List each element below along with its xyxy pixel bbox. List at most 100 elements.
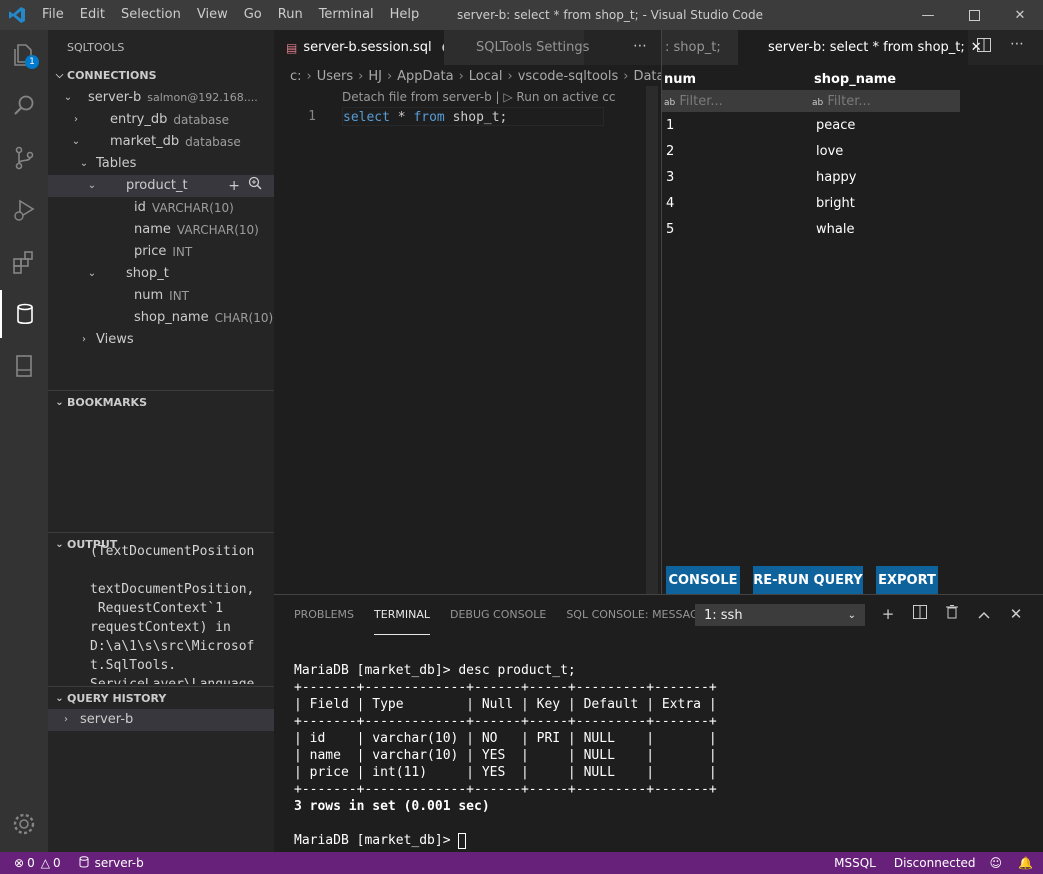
new-terminal-icon[interactable]: + — [872, 605, 904, 623]
tree-market-db[interactable]: ⌄ market_db database — [48, 131, 274, 153]
table-row[interactable]: 5 whale — [662, 216, 960, 242]
editor-scrollbar[interactable] — [646, 86, 658, 594]
table-row[interactable]: 4 bright — [662, 190, 960, 216]
language-mode[interactable]: MSSQL — [834, 856, 876, 870]
tab-prev-result[interactable]: : shop_t; — [662, 30, 738, 65]
breadcrumb-item[interactable]: Users — [317, 69, 353, 84]
tab-current-result[interactable]: server-b: select * from shop_t; ✕ — [738, 30, 982, 65]
tree-tables[interactable]: ⌄ Tables — [48, 153, 274, 175]
close-icon[interactable]: ✕ — [997, 0, 1043, 30]
extensions-icon[interactable] — [0, 238, 48, 286]
breadcrumb-item[interactable]: Local — [469, 69, 503, 84]
cell-num[interactable]: 1 — [662, 112, 812, 138]
bookmarks-section-header[interactable]: ⌄ BOOKMARKS — [48, 390, 274, 414]
add-icon[interactable]: + — [228, 175, 240, 197]
tree-shop-t[interactable]: ⌄ shop_t — [48, 263, 274, 285]
trash-icon[interactable] — [936, 605, 968, 623]
filter-shop-name[interactable]: ab Filter... — [812, 90, 960, 112]
table-row[interactable]: 2 love — [662, 138, 960, 164]
tree-column-num[interactable]: num INT — [48, 285, 274, 307]
cell-num[interactable]: 3 — [662, 164, 812, 190]
zoom-in-icon[interactable] — [248, 175, 262, 197]
chevron-down-icon: ⌄ — [55, 396, 64, 408]
tree-column-name[interactable]: name VARCHAR(10) — [48, 219, 274, 241]
source-control-icon[interactable] — [0, 134, 48, 182]
cell-shop-name[interactable]: peace — [812, 112, 960, 138]
menu-selection[interactable]: Selection — [113, 0, 189, 30]
table-row[interactable]: 1 peace — [662, 112, 960, 138]
maximize-panel-icon[interactable] — [968, 605, 1000, 623]
table-row[interactable]: 3 happy — [662, 164, 960, 190]
market-db-label: market_db — [110, 134, 180, 149]
terminal-line: | price | int(11) | YES | | NULL | | — [294, 765, 717, 780]
connections-section-header[interactable]: ⌵ CONNECTIONS — [48, 65, 274, 87]
connection-state[interactable]: Disconnected — [894, 856, 976, 870]
split-terminal-icon[interactable] — [904, 605, 936, 623]
sqltools-database-icon[interactable] — [0, 290, 48, 338]
close-panel-icon[interactable]: ✕ — [1000, 605, 1032, 623]
menu-edit[interactable]: Edit — [72, 0, 113, 30]
column-header-num[interactable]: num — [662, 68, 812, 90]
cell-shop-name[interactable]: bright — [812, 190, 960, 216]
cell-num[interactable]: 2 — [662, 138, 812, 164]
codelens[interactable]: Detach file from server-b | ▷ Run on act… — [274, 87, 661, 107]
bottom-panel: PROBLEMS TERMINAL DEBUG CONSOLE SQL CONS… — [274, 594, 1043, 852]
book-icon[interactable] — [0, 342, 48, 390]
tab-session-sql[interactable]: ▤ server-b.session.sql ● — [274, 30, 453, 65]
bell-icon[interactable]: 🔔 — [1018, 856, 1033, 870]
tree-product-t[interactable]: ⌄ product_t + — [48, 175, 274, 197]
cell-num[interactable]: 5 — [662, 216, 812, 242]
tab-problems[interactable]: PROBLEMS — [294, 595, 354, 635]
menu-go[interactable]: Go — [236, 0, 270, 30]
maximize-icon[interactable] — [951, 0, 997, 30]
tab-sqltools-settings[interactable]: SQLTools Settings — [444, 30, 589, 65]
explorer-icon[interactable]: 1 — [0, 30, 48, 78]
tree-column-price[interactable]: price INT — [48, 241, 274, 263]
cell-shop-name[interactable]: whale — [812, 216, 960, 242]
tab-debug-console[interactable]: DEBUG CONSOLE — [450, 595, 546, 635]
run-debug-icon[interactable] — [0, 186, 48, 234]
tree-entry-db[interactable]: › entry_db database — [48, 109, 274, 131]
query-history-section-header[interactable]: ⌄ QUERY HISTORY — [48, 686, 274, 710]
menu-file[interactable]: File — [34, 0, 72, 30]
settings-gear-icon[interactable] — [0, 800, 48, 848]
menu-view[interactable]: View — [189, 0, 236, 30]
breadcrumb-item[interactable]: vscode-sqltools — [518, 69, 619, 84]
tree-column-shop-name[interactable]: shop_name CHAR(10) — [48, 307, 274, 329]
tree-views[interactable]: › Views — [48, 329, 274, 351]
tab-terminal[interactable]: TERMINAL — [374, 595, 430, 635]
split-editor-icon[interactable] — [977, 38, 991, 56]
breadcrumb-item[interactable]: AppData — [397, 69, 453, 84]
console-button[interactable]: CONSOLE — [666, 566, 740, 594]
feedback-icon[interactable]: ☺ — [990, 856, 1003, 870]
menu-run[interactable]: Run — [270, 0, 311, 30]
breadcrumb-item[interactable]: HJ — [368, 69, 382, 84]
tree-column-id[interactable]: id VARCHAR(10) — [48, 197, 274, 219]
rerun-query-button[interactable]: RE-RUN QUERY — [753, 566, 863, 594]
terminal-line: | id | varchar(10) | NO | PRI | NULL | | — [294, 731, 717, 746]
history-item-server-b[interactable]: › server-b — [48, 709, 274, 731]
minimize-icon[interactable]: — — [905, 0, 951, 30]
column-header-shop-name[interactable]: shop_name — [812, 68, 960, 90]
breadcrumb-item[interactable]: c: — [290, 69, 302, 84]
code-line[interactable]: 1 select * from shop_t; — [274, 107, 661, 126]
filter-num[interactable]: ab Filter... — [662, 90, 812, 112]
panel-actions: + ✕ — [872, 605, 1032, 623]
breadcrumb-item[interactable]: Data — [633, 69, 661, 84]
cell-num[interactable]: 4 — [662, 190, 812, 216]
connections-label: CONNECTIONS — [67, 69, 157, 82]
problems-status[interactable]: ⊗ 0 △ 0 — [14, 856, 61, 870]
tab-sql-console-messages[interactable]: SQL CONSOLE: MESSAGES — [566, 595, 712, 635]
terminal-output[interactable]: MariaDB [market_db]> desc product_t; +---… — [274, 635, 1043, 849]
connection-status[interactable]: server-b — [79, 855, 144, 871]
cell-shop-name[interactable]: happy — [812, 164, 960, 190]
cell-shop-name[interactable]: love — [812, 138, 960, 164]
export-button[interactable]: EXPORT — [876, 566, 938, 594]
terminal-select[interactable]: 1: ssh ⌄ — [695, 604, 865, 626]
more-actions-icon[interactable]: ⋯ — [633, 38, 647, 54]
code-token: shop_t; — [444, 110, 508, 125]
tree-server-b[interactable]: ⌄ server-b salmon@192.168.... — [48, 87, 274, 109]
search-icon[interactable] — [0, 82, 48, 130]
more-actions-icon[interactable]: ⋯ — [1010, 36, 1024, 52]
code-text[interactable]: select * from shop_t; — [342, 107, 604, 126]
